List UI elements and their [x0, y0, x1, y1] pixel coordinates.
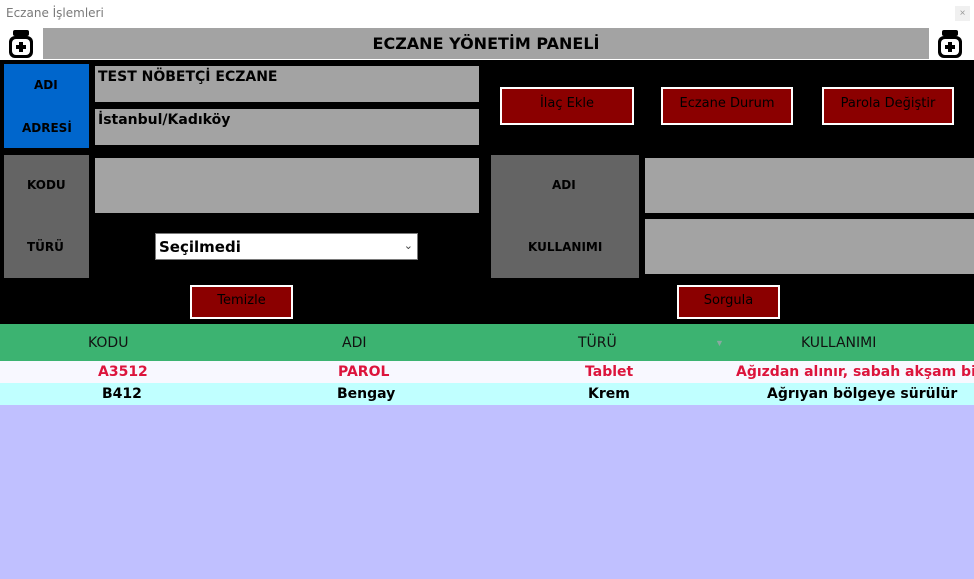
- pharmacy-address-field[interactable]: İstanbul/Kadıköy: [95, 109, 479, 145]
- pharmacy-name-label: ADI: [34, 78, 58, 92]
- type-select[interactable]: Seçilmedi ⌄: [155, 233, 418, 260]
- usage-label: KULLANIMI: [528, 240, 603, 254]
- pharmacy-status-button[interactable]: Eczane Durum: [661, 87, 793, 125]
- table-row[interactable]: B412 Bengay Krem Ağrıyan bölgeye sürülür: [0, 383, 974, 405]
- window-titlebar: Eczane İşlemleri ×: [0, 0, 974, 27]
- column-header-adi[interactable]: ADI: [342, 335, 367, 351]
- cell-kullanimi: Ağızdan alınır, sabah akşam bir ...: [736, 364, 974, 380]
- cell-turu: Krem: [588, 386, 630, 402]
- cell-kodu: A3512: [98, 364, 148, 380]
- cell-kodu: B412: [102, 386, 142, 402]
- page-title-bar: ECZANE YÖNETİM PANELİ: [43, 28, 929, 59]
- clear-button[interactable]: Temizle: [190, 285, 293, 319]
- cell-turu: Tablet: [585, 364, 634, 380]
- pharmacy-address-label: ADRESİ: [22, 121, 72, 135]
- search-left-label-panel: KODU TÜRÜ: [4, 155, 89, 278]
- change-password-button[interactable]: Parola Değiştir: [822, 87, 954, 125]
- column-header-kodu[interactable]: KODU: [88, 335, 128, 351]
- usage-input[interactable]: [645, 219, 974, 274]
- chevron-down-icon: ⌄: [403, 240, 413, 252]
- column-header-turu[interactable]: TÜRÜ: [578, 335, 617, 351]
- sort-descending-icon: ▼: [715, 338, 724, 348]
- cell-kullanimi: Ağrıyan bölgeye sürülür: [767, 386, 958, 402]
- pharmacy-label-panel: ADI ADRESİ: [4, 64, 89, 148]
- window-title: Eczane İşlemleri: [6, 6, 104, 20]
- table-row[interactable]: A3512 PAROL Tablet Ağızdan alınır, sabah…: [0, 361, 974, 383]
- query-button[interactable]: Sorgula: [677, 285, 780, 319]
- search-right-label-panel: ADI KULLANIMI: [491, 155, 639, 278]
- drug-name-input[interactable]: [645, 158, 974, 213]
- type-label: TÜRÜ: [27, 240, 64, 254]
- close-icon[interactable]: ×: [955, 6, 970, 21]
- pill-bottle-icon: [933, 28, 967, 60]
- page-title: ECZANE YÖNETİM PANELİ: [372, 34, 600, 53]
- pharmacy-name-field[interactable]: TEST NÖBETÇİ ECZANE: [95, 66, 479, 102]
- cell-adi: Bengay: [337, 386, 396, 402]
- code-label: KODU: [27, 178, 66, 192]
- column-header-kullanimi[interactable]: KULLANIMI: [801, 335, 876, 351]
- pill-bottle-icon: [4, 28, 38, 60]
- grid-header: KODU ADI TÜRÜ ▼ KULLANIMI: [0, 324, 974, 361]
- grid-empty-area: [0, 405, 974, 579]
- drug-name-label: ADI: [552, 178, 576, 192]
- code-input[interactable]: [95, 158, 479, 213]
- cell-adi: PAROL: [338, 364, 390, 380]
- add-drug-button[interactable]: İlaç Ekle: [500, 87, 634, 125]
